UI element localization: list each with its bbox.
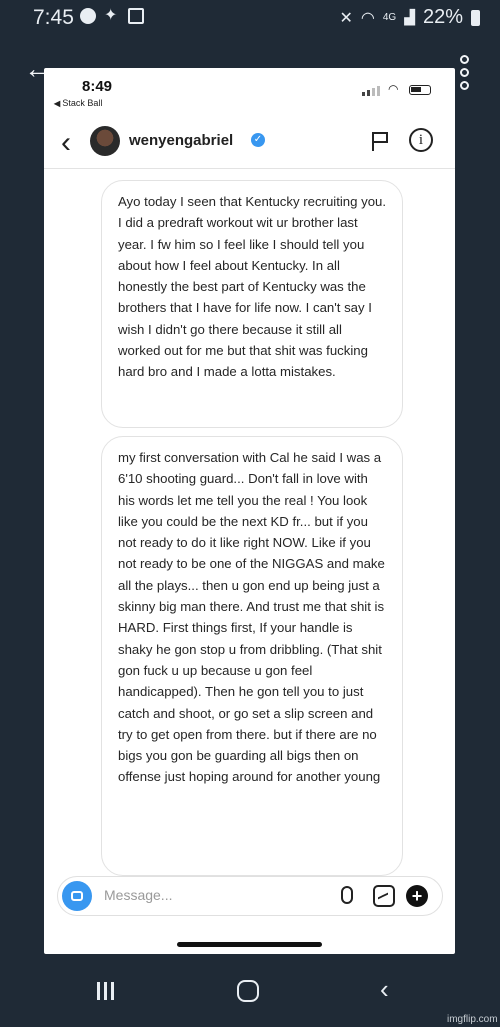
wifi-icon: ◠	[360, 9, 375, 27]
message-input[interactable]: Message...	[104, 887, 172, 903]
gallery-notification-icon	[128, 8, 144, 24]
watermark: imgflip.com	[447, 1014, 498, 1025]
twitter-icon: ✦	[104, 7, 118, 24]
back-to-app-link[interactable]: ◀ Stack Ball	[54, 98, 102, 108]
inner-status-bar: 8:49 ◀ Stack Ball ◠	[44, 68, 455, 108]
back-app-label: Stack Ball	[62, 98, 103, 108]
inner-battery-icon	[409, 85, 431, 95]
device-status-bar: 7:45 ✦ ✕ ◠ 4G ▟ 22%	[0, 0, 500, 34]
username[interactable]: wenyengabriel	[129, 132, 233, 149]
inner-clock: 8:49	[82, 78, 113, 95]
instagram-dm-screenshot: 8:49 ◀ Stack Ball ◠ ‹ wenyengabriel ✓ i …	[44, 68, 455, 954]
message-text: Ayo today I seen that Kentucky recruitin…	[118, 194, 387, 380]
device-clock: 7:45	[33, 6, 74, 29]
notification-icons: ✦	[80, 8, 144, 24]
battery-icon	[471, 9, 480, 26]
microphone-icon[interactable]	[341, 886, 353, 904]
info-icon[interactable]: i	[409, 128, 433, 152]
messenger-icon	[80, 8, 96, 24]
home-indicator[interactable]	[177, 942, 322, 947]
more-vertical-icon[interactable]	[457, 55, 471, 90]
message-text: my first conversation with Cal he said I…	[118, 450, 385, 785]
message-composer[interactable]: Message... +	[57, 876, 443, 916]
flag-icon[interactable]	[370, 130, 390, 152]
home-icon[interactable]	[237, 980, 259, 1002]
camera-icon[interactable]	[62, 881, 92, 911]
inner-wifi-icon: ◠	[388, 82, 399, 96]
plus-icon[interactable]: +	[406, 885, 428, 907]
message-bubble[interactable]: my first conversation with Cal he said I…	[101, 436, 403, 876]
verified-badge-icon: ✓	[251, 133, 265, 147]
battery-percent: 22%	[422, 6, 463, 28]
dm-header: ‹ wenyengabriel ✓ i	[44, 120, 455, 166]
gallery-icon[interactable]	[373, 885, 395, 907]
recents-icon[interactable]	[97, 982, 114, 1000]
signal-icon: ▟	[404, 9, 415, 25]
back-chevron-icon[interactable]: ‹	[380, 976, 389, 1002]
header-divider	[44, 168, 455, 169]
message-bubble[interactable]: Ayo today I seen that Kentucky recruitin…	[101, 180, 403, 428]
chevron-left-icon[interactable]: ‹	[61, 128, 71, 158]
mute-icon: ✕	[339, 9, 353, 27]
avatar[interactable]	[90, 126, 120, 156]
inner-signal-icon	[362, 86, 380, 96]
network-type-label: 4G	[382, 12, 397, 23]
system-icons: ✕ ◠ 4G ▟ 22%	[339, 6, 480, 29]
